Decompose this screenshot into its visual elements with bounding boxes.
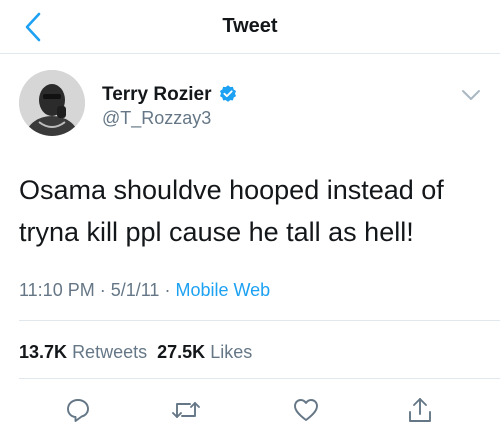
tweet-action-bar (0, 388, 500, 433)
share-icon (409, 398, 431, 422)
likes-label: Likes (210, 342, 253, 362)
meta-separator: · (99, 280, 111, 300)
retweet-button[interactable] (170, 394, 202, 426)
divider (19, 320, 500, 321)
author-display-name[interactable]: Terry Rozier (102, 84, 211, 106)
tweet-stats: 13.7K Retweets 27.5K Likes (19, 342, 252, 363)
retweets-stat[interactable]: 13.7K Retweets (19, 342, 147, 362)
share-button[interactable] (404, 394, 436, 426)
tweet-detail-screen: Tweet Terry Rozier @T_Rozzay3 Osama shou… (0, 0, 500, 433)
retweet-icon (172, 402, 200, 418)
heart-icon (294, 399, 318, 421)
tweet-timestamp-line: 11:10 PM · 5/1/11 · Mobile Web (19, 280, 270, 301)
avatar[interactable] (19, 70, 85, 136)
tweet-text: Osama shouldve hooped instead of tryna k… (19, 175, 444, 247)
likes-count: 27.5K (157, 342, 206, 362)
verified-badge-icon (220, 85, 236, 102)
tweet-time: 11:10 PM (19, 280, 95, 300)
tweet-source-link[interactable]: Mobile Web (175, 280, 270, 300)
top-navigation-bar: Tweet (0, 0, 500, 54)
likes-stat[interactable]: 27.5K Likes (157, 342, 252, 362)
page-title: Tweet (222, 15, 278, 37)
meta-separator: · (164, 280, 176, 300)
like-button[interactable] (290, 394, 322, 426)
retweets-label: Retweets (72, 342, 148, 362)
divider (19, 378, 500, 379)
tweet-date: 5/1/11 (110, 280, 160, 300)
reply-icon (67, 399, 89, 422)
reply-button[interactable] (62, 394, 94, 426)
retweets-count: 13.7K (19, 342, 68, 362)
author-handle[interactable]: @T_Rozzay3 (102, 108, 211, 129)
chevron-down-icon[interactable] (460, 87, 482, 103)
